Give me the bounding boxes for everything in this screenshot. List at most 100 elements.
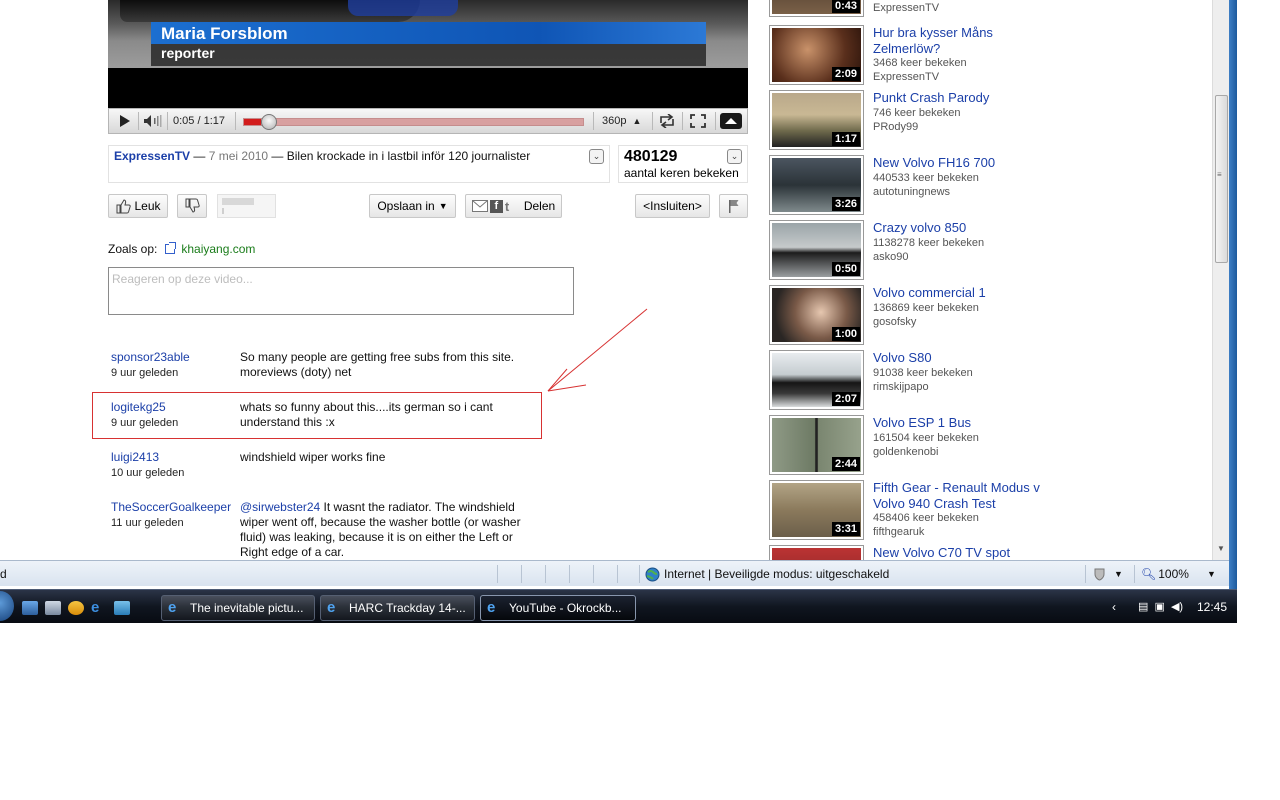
comment-user[interactable]: luigi2413 (111, 450, 159, 464)
comment-user[interactable]: TheSoccerGoalkeeper (111, 500, 231, 514)
related-title[interactable]: Volvo ESP 1 Bus (873, 415, 1053, 431)
fullscreen-icon (690, 114, 706, 128)
related-video[interactable]: 1:00 Volvo commercial 1 136869 keer beke… (769, 285, 1089, 347)
progress-bar[interactable] (243, 114, 584, 130)
related-video[interactable]: 0:43 ExpressenTV (769, 0, 1089, 19)
related-thumbnail[interactable]: 3:31 (769, 480, 864, 540)
clock-app-icon[interactable] (68, 601, 84, 615)
internet-explorer-icon[interactable]: e (91, 600, 107, 615)
comment-time: 11 uur geleden (111, 517, 184, 529)
related-thumbnail[interactable]: 0:43 (769, 0, 864, 17)
annotation-arrow (547, 308, 648, 392)
comment-item: sponsor23able 9 uur geleden So many peop… (111, 350, 541, 384)
related-thumbnail[interactable]: 0:50 (769, 220, 864, 280)
channel-link[interactable]: ExpressenTV (114, 149, 190, 163)
dislike-button[interactable] (177, 194, 207, 218)
network-icon[interactable] (114, 601, 130, 615)
popout-button[interactable] (655, 109, 679, 133)
related-title[interactable]: Hur bra kysser Måns Zelmerlöw? (873, 25, 1053, 57)
save-to-button[interactable]: Opslaan in ▼ (369, 194, 456, 218)
related-title[interactable]: New Volvo FH16 700 (873, 155, 1053, 171)
related-views: 3468 keer bekeken (873, 57, 967, 69)
share-button[interactable]: f t Delen (465, 194, 562, 218)
expand-stats-button[interactable]: ⌄ (727, 149, 742, 164)
expand-info-button[interactable]: ⌄ (589, 149, 604, 164)
volume-button[interactable] (140, 109, 166, 133)
taskbar-window-1[interactable]: e The inevitable pictu... (161, 595, 315, 621)
related-thumbnail[interactable]: 2:07 (769, 350, 864, 410)
play-button[interactable] (113, 109, 137, 133)
comment-time: 9 uur geleden (111, 367, 179, 379)
related-channel: gosofsky (873, 316, 917, 328)
video-player[interactable]: Maria Forsblom reporter (108, 0, 748, 108)
name-overlay: Maria Forsblom reporter (151, 22, 706, 66)
video-info-line: ExpressenTV — 7 mei 2010 — Bilen krockad… (114, 149, 531, 163)
video-info-box: ExpressenTV — 7 mei 2010 — Bilen krockad… (108, 145, 610, 183)
quality-selector[interactable]: 360p ▲ (602, 115, 641, 127)
show-desktop-icon[interactable] (22, 601, 38, 615)
vertical-scrollbar[interactable]: ≡ ▼ (1212, 0, 1229, 560)
overlay-role: reporter (161, 45, 215, 61)
related-title[interactable]: Punkt Crash Parody (873, 90, 1053, 106)
video-title: Bilen krockade in i lastbil inför 120 jo… (286, 149, 531, 163)
related-video[interactable]: 2:44 Volvo ESP 1 Bus 161504 keer bekeken… (769, 415, 1089, 477)
related-thumbnail[interactable]: 1:17 (769, 90, 864, 150)
comment-text: So many people are getting free subs fro… (240, 350, 515, 379)
view-count: 480129 (624, 148, 678, 165)
security-zone[interactable]: Internet | Beveiligde modus: uitgeschake… (639, 565, 1079, 583)
status-text: d (0, 567, 7, 581)
related-video[interactable]: 1:17 Punkt Crash Parody 746 keer bekeken… (769, 90, 1089, 152)
related-video[interactable]: 2:07 Volvo S80 91038 keer bekeken rimski… (769, 350, 1089, 412)
related-thumbnail[interactable] (769, 545, 864, 560)
related-video[interactable]: New Volvo C70 TV spot (769, 545, 1089, 560)
related-thumbnail[interactable]: 2:44 (769, 415, 864, 475)
shield-icon (1094, 568, 1105, 581)
fullscreen-button[interactable] (685, 109, 711, 133)
tray-icons[interactable]: ▤ ▣ ◀) (1138, 600, 1183, 613)
related-thumbnail[interactable]: 2:09 (769, 25, 864, 85)
comment-user[interactable]: sponsor23able (111, 350, 190, 364)
related-video[interactable]: 0:50 Crazy volvo 850 1138278 keer bekeke… (769, 220, 1089, 282)
scroll-grip-icon: ≡ (1217, 170, 1222, 179)
related-channel: ExpressenTV (873, 71, 940, 83)
scrollbar-thumb[interactable] (1215, 95, 1228, 263)
zoom-control[interactable]: 🔍︎ 100% ▼ (1134, 565, 1224, 583)
related-channel: PRody99 (873, 121, 919, 133)
speaker-icon (144, 115, 162, 127)
related-video[interactable]: 3:26 New Volvo FH16 700 440533 keer beke… (769, 155, 1089, 217)
flag-button[interactable] (719, 194, 748, 218)
switch-windows-icon[interactable] (45, 601, 61, 615)
related-video[interactable]: 3:31 Fifth Gear - Renault Modus v Volvo … (769, 480, 1089, 542)
chevron-down-icon: ⌄ (730, 151, 739, 161)
seen-on-link[interactable]: khaiyang.com (181, 242, 255, 256)
comment-input[interactable] (108, 267, 574, 315)
protected-mode-button[interactable]: ▼ (1085, 565, 1131, 583)
view-count-label: aantal keren bekeken (624, 166, 739, 180)
scroll-down-arrow-icon[interactable]: ▼ (1217, 544, 1225, 553)
related-title[interactable]: Volvo S80 (873, 350, 1053, 366)
related-title[interactable]: Crazy volvo 850 (873, 220, 1053, 236)
clipboard-icon: ▤ (1138, 601, 1149, 613)
page-viewport: Maria Forsblom reporter 0:05 / 1:17 360p… (0, 0, 1212, 560)
scrubber-handle[interactable] (261, 114, 277, 130)
collapse-player-button[interactable] (718, 109, 744, 133)
like-button[interactable]: Leuk (108, 194, 168, 218)
globe-icon (645, 567, 660, 581)
related-thumbnail[interactable]: 1:00 (769, 285, 864, 345)
related-views: 91038 keer bekeken (873, 367, 973, 379)
start-button[interactable] (0, 591, 14, 621)
clock[interactable]: 12:45 (1197, 600, 1227, 614)
show-hidden-icons-button[interactable]: ‹ (1112, 600, 1116, 614)
embed-button[interactable]: <Insluiten> (635, 194, 710, 218)
related-title[interactable]: New Volvo C70 TV spot (873, 545, 1053, 560)
related-video[interactable]: 2:09 Hur bra kysser Måns Zelmerlöw? 3468… (769, 25, 1089, 87)
network-tray-icon: ▣ (1154, 601, 1165, 613)
related-title[interactable]: Volvo commercial 1 (873, 285, 1053, 301)
related-channel: goldenkenobi (873, 446, 939, 458)
embed-label: <Insluiten> (643, 199, 702, 213)
taskbar-window-2[interactable]: e HARC Trackday 14-... (320, 595, 475, 621)
comment-mention[interactable]: @sirwebster24 (240, 500, 320, 514)
related-title[interactable]: Fifth Gear - Renault Modus v Volvo 940 C… (873, 480, 1053, 512)
taskbar-window-3[interactable]: e YouTube - Okrockb... (480, 595, 636, 621)
related-thumbnail[interactable]: 3:26 (769, 155, 864, 215)
